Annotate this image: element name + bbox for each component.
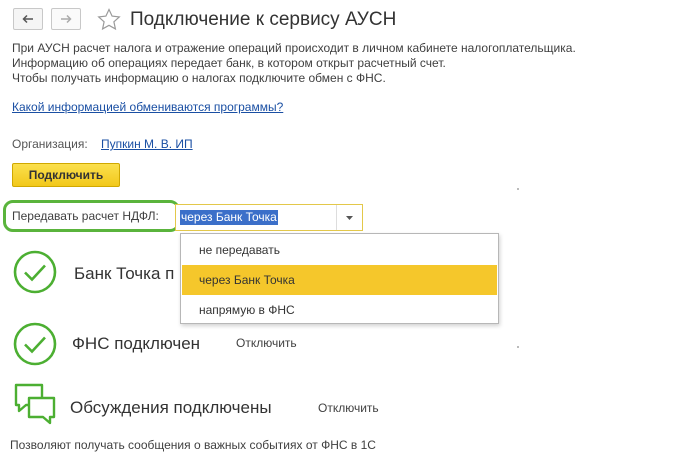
dropdown-option[interactable]: напрямую в ФНС bbox=[182, 295, 497, 325]
discussions-service-title: Обсуждения подключены bbox=[70, 398, 272, 417]
dropdown-option-selected[interactable]: через Банк Точка bbox=[182, 265, 497, 295]
ndfl-select-toggle[interactable] bbox=[336, 205, 362, 230]
info-line-3: Чтобы получать информацию о налогах подк… bbox=[12, 71, 386, 85]
forward-button[interactable] bbox=[51, 8, 81, 30]
ndfl-dropdown: не передавать через Банк Точка напрямую … bbox=[180, 233, 499, 324]
organization-label: Организация: bbox=[12, 137, 88, 151]
info-text: При АУСН расчет налога и отражение опера… bbox=[12, 41, 576, 86]
arrow-left-icon bbox=[22, 14, 33, 24]
organization-link[interactable]: Пупкин М. В. ИП bbox=[101, 137, 193, 151]
fns-service-title: ФНС подключен bbox=[72, 334, 201, 353]
arrow-right-icon bbox=[61, 14, 72, 24]
help-link[interactable]: Какой информацией обмениваются программы… bbox=[12, 100, 283, 114]
dropdown-option[interactable]: не передавать bbox=[182, 235, 497, 265]
ndfl-select-value: через Банк Точка bbox=[180, 210, 278, 225]
ndfl-label: Передавать расчет НДФЛ: bbox=[12, 209, 159, 223]
bank-service-title: Банк Точка п bbox=[74, 264, 175, 283]
chat-bubbles-icon bbox=[14, 383, 56, 425]
info-line-1: При АУСН расчет налога и отражение опера… bbox=[12, 41, 576, 55]
check-circle-icon bbox=[13, 250, 57, 294]
fns-disconnect-link[interactable]: Отключить bbox=[236, 336, 297, 350]
decorative-dot bbox=[517, 188, 519, 190]
connect-button[interactable]: Подключить bbox=[12, 163, 120, 187]
back-button[interactable] bbox=[13, 8, 43, 30]
discussions-description: Позволяют получать сообщения о важных со… bbox=[10, 438, 376, 452]
discussions-disconnect-link[interactable]: Отключить bbox=[318, 401, 379, 415]
check-circle-icon bbox=[13, 322, 57, 366]
chevron-down-icon bbox=[346, 215, 353, 220]
decorative-dot bbox=[517, 346, 519, 348]
info-line-2: Информацию об операциях передает банк, в… bbox=[12, 56, 446, 70]
page-title: Подключение к сервису АУСН bbox=[130, 9, 397, 30]
ndfl-select[interactable]: через Банк Точка bbox=[175, 204, 363, 231]
star-icon[interactable] bbox=[97, 8, 121, 31]
